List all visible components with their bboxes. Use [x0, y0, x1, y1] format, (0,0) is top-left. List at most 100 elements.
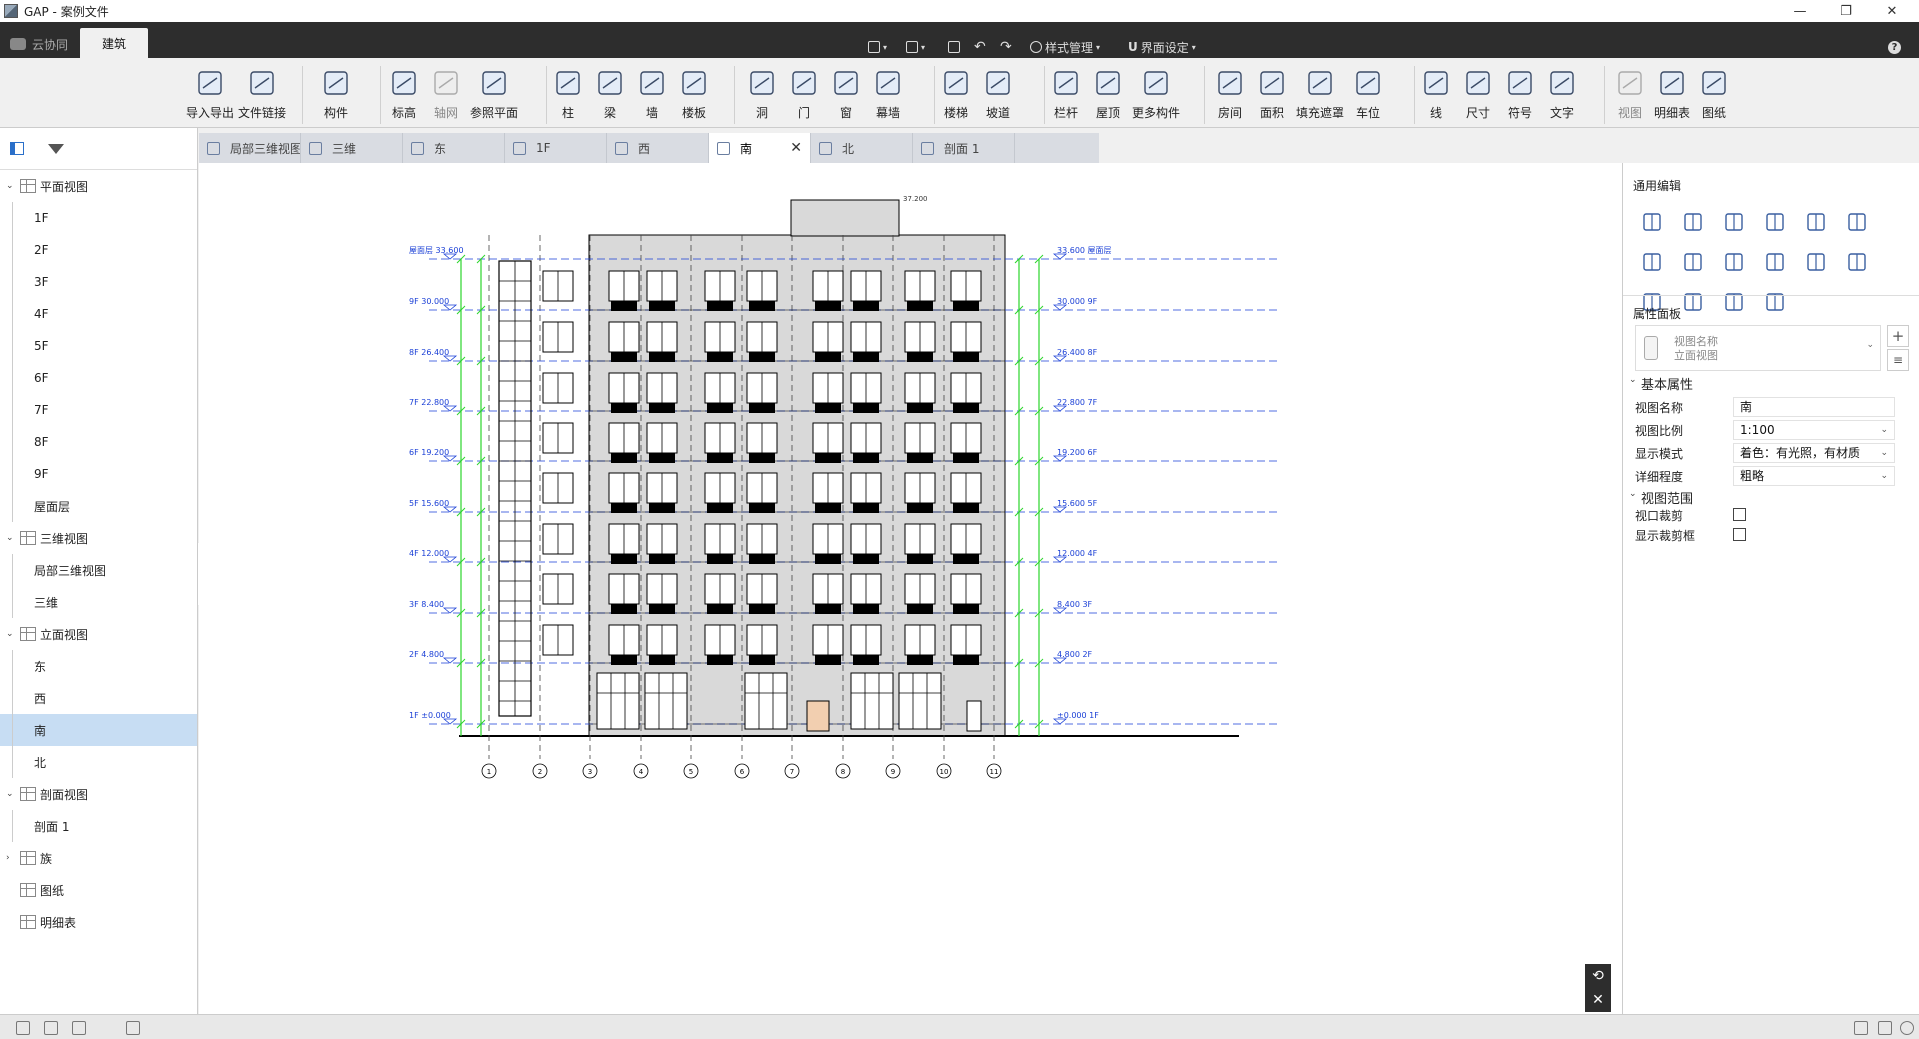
tree-item[interactable]: 南: [0, 714, 197, 746]
workspace-icon[interactable]: [1854, 1021, 1868, 1035]
collapse-basic-icon[interactable]: ⌄: [1629, 375, 1637, 385]
ribbon-reference-plane-button[interactable]: 参照平面: [464, 66, 524, 126]
panel-layout-icon[interactable]: [1878, 1021, 1892, 1035]
move-icon[interactable]: [1639, 209, 1665, 235]
tree-item[interactable]: 局部三维视图: [0, 554, 197, 586]
open-file-button[interactable]: ▾: [906, 36, 925, 58]
ribbon-cad-import-button[interactable]: 导入导出: [180, 66, 240, 126]
scale-icon[interactable]: [1680, 289, 1706, 315]
prop-value[interactable]: 着色：有光照，有材质 ⌄: [1733, 443, 1895, 463]
tab-architecture[interactable]: 建筑: [80, 28, 149, 58]
layout-grid-icon[interactable]: [16, 1021, 30, 1035]
align-icon[interactable]: [1680, 249, 1706, 275]
tree-item[interactable]: 6F: [0, 362, 197, 394]
tab-view[interactable]: 三维: [301, 133, 403, 163]
save-button[interactable]: [948, 36, 960, 58]
tree-item[interactable]: 3F: [0, 266, 197, 298]
measure-icon[interactable]: [1762, 289, 1788, 315]
tab-view[interactable]: 局部三维视图: [199, 133, 301, 163]
tab-view[interactable]: 剖面 1: [913, 133, 1015, 163]
ribbon-curtain-wall-button[interactable]: 幕墙: [858, 66, 918, 126]
chevron-right-icon[interactable]: ›: [6, 853, 10, 863]
close-window-button[interactable]: ✕: [1869, 0, 1915, 22]
ribbon-more-components-button[interactable]: 更多构件: [1126, 66, 1186, 126]
extend-icon[interactable]: [1844, 209, 1870, 235]
trim-icon[interactable]: [1762, 209, 1788, 235]
ribbon-component-button[interactable]: 构件: [306, 66, 366, 126]
style-manage-button[interactable]: 样式管理 ▾: [1030, 36, 1100, 58]
new-file-button[interactable]: ▾: [868, 36, 887, 58]
tree-item[interactable]: 图纸: [0, 874, 197, 906]
chevron-down-icon[interactable]: ⌄: [6, 789, 14, 799]
checkbox[interactable]: [1733, 508, 1746, 521]
chevron-down-icon[interactable]: ⌄: [6, 181, 14, 191]
tree-item[interactable]: 7F: [0, 394, 197, 426]
tree-item[interactable]: ⌄ 立面视图: [0, 618, 197, 650]
chevron-down-icon[interactable]: ⌄: [6, 533, 14, 543]
panel-toggle-icon[interactable]: [10, 142, 24, 155]
ribbon-text-button[interactable]: 文字: [1532, 66, 1592, 126]
prop-value[interactable]: 粗略 ⌄: [1733, 466, 1895, 486]
chevron-down-icon[interactable]: ⌄: [6, 629, 14, 639]
help-button[interactable]: ?: [1888, 36, 1901, 58]
ribbon-file-link-button[interactable]: 文件链接: [232, 66, 292, 126]
tree-item[interactable]: 东: [0, 650, 197, 682]
layout-single-icon[interactable]: [126, 1021, 140, 1035]
tab-view[interactable]: 1F: [505, 133, 607, 163]
prop-value[interactable]: 1:100 ⌄: [1733, 420, 1895, 440]
undo-button[interactable]: ↶: [974, 36, 986, 58]
tree-item[interactable]: 屋面层: [0, 490, 197, 522]
checkbox[interactable]: [1733, 528, 1746, 541]
tab-view[interactable]: 西: [607, 133, 709, 163]
ribbon-floor-slab-button[interactable]: 楼板: [664, 66, 724, 126]
type-list-button[interactable]: ≡: [1887, 349, 1909, 371]
pin-icon[interactable]: [1844, 249, 1870, 275]
offset-icon[interactable]: [1639, 249, 1665, 275]
close-view-button[interactable]: ✕: [1585, 988, 1611, 1012]
tree-item[interactable]: 三维: [0, 586, 197, 618]
add-type-button[interactable]: +: [1887, 325, 1909, 347]
minimize-button[interactable]: —: [1777, 0, 1823, 22]
ui-settings-button[interactable]: U 界面设定 ▾: [1128, 36, 1196, 58]
ribbon-ramp-button[interactable]: 坡道: [968, 66, 1028, 126]
tree-item[interactable]: ⌄ 平面视图: [0, 170, 197, 202]
tree-item[interactable]: 1F: [0, 202, 197, 234]
tab-close-icon[interactable]: ✕: [790, 140, 802, 156]
ribbon-parking-button[interactable]: 车位: [1338, 66, 1398, 126]
tree-item[interactable]: 明细表: [0, 906, 197, 938]
redo-button[interactable]: ↷: [1000, 36, 1012, 58]
tree-item[interactable]: 9F: [0, 458, 197, 490]
drawing-canvas[interactable]: 1 2 3 4 5 6 7 8 9 10 11 屋面层 33.600 33.600 屋面层 9F 30.0…: [199, 163, 1622, 1014]
rotate-icon[interactable]: [1721, 209, 1747, 235]
match-icon[interactable]: [1721, 289, 1747, 315]
break-icon[interactable]: [1721, 249, 1747, 275]
type-selector[interactable]: 视图名称 立面视图 ⌄: [1635, 325, 1881, 371]
collapse-range-icon[interactable]: ⌄: [1629, 489, 1637, 499]
ribbon-sheet-button[interactable]: 图纸: [1684, 66, 1744, 126]
restore-button[interactable]: ❐: [1823, 0, 1869, 22]
settings-icon[interactable]: [1900, 1021, 1914, 1035]
tree-item[interactable]: 8F: [0, 426, 197, 458]
prop-value[interactable]: 南: [1733, 397, 1895, 417]
array-icon[interactable]: [1762, 249, 1788, 275]
tree-item[interactable]: ⌄ 剖面视图: [0, 778, 197, 810]
tree-item[interactable]: › 族: [0, 842, 197, 874]
tree-item[interactable]: ⌄ 三维视图: [0, 522, 197, 554]
filter-icon[interactable]: [48, 143, 64, 154]
tree-item[interactable]: 西: [0, 682, 197, 714]
tab-view[interactable]: 北: [811, 133, 913, 163]
split-icon[interactable]: [1803, 209, 1829, 235]
tree-item[interactable]: 5F: [0, 330, 197, 362]
tree-item[interactable]: 北: [0, 746, 197, 778]
mirror-icon[interactable]: [1803, 249, 1829, 275]
layout-quad-icon[interactable]: [72, 1021, 86, 1035]
tab-view[interactable]: 东: [403, 133, 505, 163]
tab-cloud-collab[interactable]: 云协同: [2, 30, 80, 58]
tab-view[interactable]: 南 ✕: [709, 133, 811, 163]
copy-icon[interactable]: [1680, 209, 1706, 235]
tree-item[interactable]: 剖面 1: [0, 810, 197, 842]
view-reset-button[interactable]: ⟲: [1585, 964, 1611, 988]
tree-item[interactable]: 4F: [0, 298, 197, 330]
tree-item[interactable]: 2F: [0, 234, 197, 266]
layout-split-icon[interactable]: [44, 1021, 58, 1035]
